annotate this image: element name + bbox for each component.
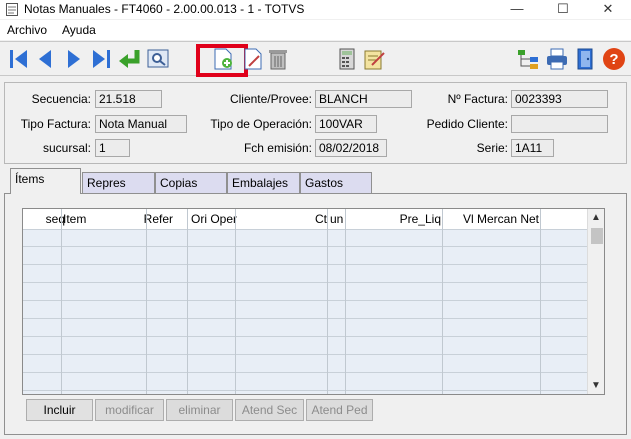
first-record-icon[interactable] (7, 47, 31, 71)
calculator-icon[interactable] (335, 47, 359, 71)
grid-column-line (345, 209, 346, 394)
sucursal-field[interactable]: 1 (95, 139, 130, 157)
previous-record-icon[interactable] (33, 47, 57, 71)
tab-strip: Ítems Repres Copias Embalajes Gastos (10, 168, 622, 194)
eliminar-button[interactable]: eliminar (166, 399, 233, 421)
grid-column-line (327, 209, 328, 394)
fch-emision-label: Fch emisión: (243, 141, 312, 155)
tipo-operacion-label: Tipo de Operación: (210, 117, 312, 131)
pedido-label: Pedido Cliente: (426, 117, 508, 131)
new-document-icon[interactable] (211, 47, 235, 71)
grid-row-line (23, 390, 587, 391)
window-title: Notas Manuales - FT4060 - 2.00.00.013 - … (24, 2, 305, 16)
last-record-icon[interactable] (89, 47, 113, 71)
edit-icon[interactable] (241, 47, 265, 71)
incluir-button[interactable]: Incluir (26, 399, 93, 421)
grid-row-line (23, 229, 587, 230)
next-record-icon[interactable] (62, 47, 86, 71)
tipo-factura-label: Tipo Factura: (20, 117, 91, 131)
tipo-operacion-field[interactable]: 100VAR (315, 115, 377, 133)
tab-gastos[interactable]: Gastos (300, 172, 372, 193)
menu-bar: Archivo Ayuda (0, 20, 631, 40)
serie-field[interactable]: 1A11 (511, 139, 554, 157)
grid-column-line (442, 209, 443, 394)
column-item[interactable]: Item (63, 212, 86, 226)
cliente-field[interactable]: BLANCH (315, 90, 412, 108)
grid-header: seq Item Refer Ori Oper Ct un Pre_Liq Vl… (23, 209, 587, 229)
notes-icon[interactable] (362, 47, 386, 71)
modificar-button[interactable]: modificar (95, 399, 164, 421)
serie-label: Serie: (476, 141, 508, 155)
tab-repres[interactable]: Repres (82, 172, 155, 193)
grid-row-line (23, 318, 587, 319)
fch-emision-field[interactable]: 08/02/2018 (315, 139, 387, 157)
tab-items[interactable]: Ítems (10, 168, 81, 194)
pedido-field[interactable] (511, 115, 608, 133)
grid-row-line (23, 372, 587, 373)
grid-row-line (23, 264, 587, 265)
minimize-button[interactable]: — (494, 0, 540, 19)
scroll-down-arrow-icon[interactable]: ▼ (591, 380, 601, 391)
column-vl-mercan-net[interactable]: Vl Mercan Net (443, 212, 539, 226)
atend-ped-button[interactable]: Atend Ped (306, 399, 373, 421)
delete-icon[interactable] (266, 47, 290, 71)
sucursal-label: sucursal: (42, 141, 91, 155)
help-icon[interactable]: ? (602, 47, 626, 71)
column-ori-oper[interactable]: Ori Oper (191, 212, 237, 226)
factura-field[interactable]: 0023393 (511, 90, 608, 108)
factura-label: Nº Factura: (447, 92, 508, 106)
document-app-icon (6, 3, 18, 16)
preview-icon[interactable] (146, 47, 170, 71)
column-ct[interactable]: Ct (303, 212, 327, 226)
grid-column-line (187, 209, 188, 394)
grid-row-line (23, 354, 587, 355)
grid-column-line (235, 209, 236, 394)
grid-vertical-scrollbar[interactable]: ▲ ▼ (587, 209, 604, 394)
svg-text:?: ? (609, 51, 618, 68)
secuencia-label: Secuencia: (31, 92, 91, 106)
grid-column-line (61, 209, 62, 394)
scroll-thumb[interactable] (591, 228, 603, 244)
title-bar: Notas Manuales - FT4060 - 2.00.00.013 - … (0, 0, 631, 19)
column-pre-liq[interactable]: Pre_Liq (383, 212, 441, 226)
return-icon[interactable] (117, 47, 141, 71)
grid-row-line (23, 246, 587, 247)
atend-sec-button[interactable]: Atend Sec (235, 399, 304, 421)
grid-row-line (23, 336, 587, 337)
grid-row-line (23, 300, 587, 301)
tree-icon[interactable] (516, 47, 540, 71)
cliente-label: Cliente/Provee: (229, 92, 312, 106)
items-grid[interactable]: seq Item Refer Ori Oper Ct un Pre_Liq Vl… (22, 208, 605, 395)
scroll-up-arrow-icon[interactable]: ▲ (591, 212, 601, 223)
tab-embalajes[interactable]: Embalajes (227, 172, 300, 193)
maximize-button[interactable]: ☐ (540, 0, 586, 19)
grid-column-line (146, 209, 147, 394)
menu-archivo[interactable]: Archivo (7, 23, 47, 37)
exit-door-icon[interactable] (574, 47, 598, 71)
grid-column-line (540, 209, 541, 394)
print-icon[interactable] (545, 47, 569, 71)
grid-body[interactable] (23, 229, 587, 394)
column-refer[interactable]: Refer (123, 212, 173, 226)
grid-row-line (23, 282, 587, 283)
toolbar: ? (0, 41, 631, 77)
tipo-factura-field[interactable]: Nota Manual (95, 115, 187, 133)
column-un[interactable]: un (330, 212, 343, 226)
secuencia-field[interactable]: 21.518 (95, 90, 162, 108)
menu-ayuda[interactable]: Ayuda (62, 23, 96, 37)
close-button[interactable]: ✕ (585, 0, 631, 19)
tab-copias[interactable]: Copias (155, 172, 227, 193)
